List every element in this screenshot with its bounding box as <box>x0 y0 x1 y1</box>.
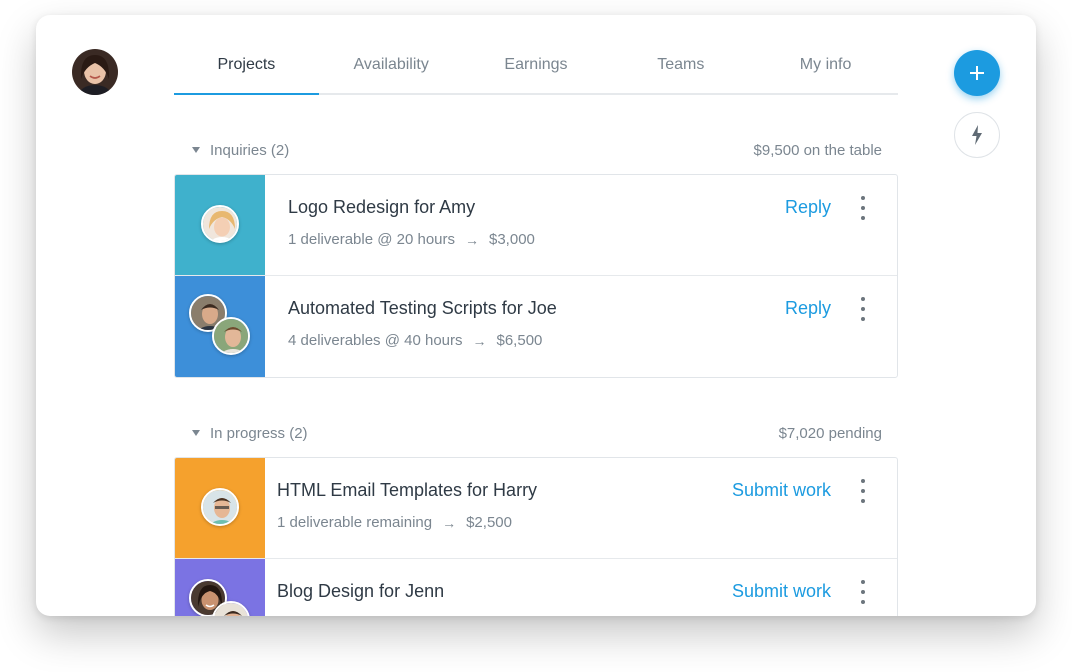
more-options-icon[interactable] <box>859 297 867 321</box>
caret-down-icon <box>192 147 200 153</box>
avatar <box>201 488 239 526</box>
project-title: Blog Design for Jenn <box>277 581 445 601</box>
project-details: 1 deliverable remaining <box>277 514 433 531</box>
project-amount: $2,500 <box>466 514 512 531</box>
caret-down-icon <box>192 430 200 436</box>
section-header-inquiries[interactable]: Inquiries (2) $9,500 on the table <box>174 139 898 161</box>
list-item[interactable]: Blog Design for Jenn Submit work <box>175 559 897 616</box>
plus-icon <box>970 66 984 80</box>
inquiries-list: Logo Redesign for Amy 1 deliverable @ 20… <box>174 174 898 378</box>
reply-button[interactable]: Reply <box>785 298 831 319</box>
quick-action-button[interactable] <box>954 112 1000 158</box>
section-summary: $9,500 on the table <box>753 141 882 159</box>
lightning-icon <box>972 125 982 145</box>
project-thumbnail <box>175 276 265 377</box>
arrow-right-icon: → <box>472 332 487 349</box>
arrow-right-icon: → <box>465 231 479 248</box>
tab-projects[interactable]: Projects <box>174 51 319 95</box>
profile-avatar[interactable] <box>72 49 118 95</box>
tab-availability[interactable]: Availability <box>319 51 464 93</box>
more-options-icon[interactable] <box>859 580 867 604</box>
section-summary: $7,020 pending <box>778 424 882 442</box>
project-title: HTML Email Templates for Harry <box>277 480 538 500</box>
in-progress-list: HTML Email Templates for Harry 1 deliver… <box>174 457 898 616</box>
reply-button[interactable]: Reply <box>785 197 831 218</box>
avatar <box>201 205 239 243</box>
project-thumbnail <box>175 458 265 558</box>
project-thumbnail <box>175 175 265 275</box>
more-options-icon[interactable] <box>859 196 867 220</box>
project-amount: $3,000 <box>489 231 535 248</box>
project-details: 1 deliverable @ 20 hours <box>288 231 455 248</box>
tab-my-info[interactable]: My info <box>753 51 898 93</box>
project-title: Automated Testing Scripts for Joe <box>288 298 557 318</box>
projects-card: Projects Availability Earnings Teams My … <box>36 15 1036 616</box>
project-amount: $6,500 <box>496 332 543 349</box>
add-button[interactable] <box>954 50 1000 96</box>
avatar <box>212 317 250 355</box>
tab-earnings[interactable]: Earnings <box>464 51 609 93</box>
submit-work-button[interactable]: Submit work <box>732 480 831 501</box>
more-options-icon[interactable] <box>859 479 867 503</box>
list-item[interactable]: Logo Redesign for Amy 1 deliverable @ 20… <box>175 175 897 276</box>
tab-teams[interactable]: Teams <box>608 51 753 93</box>
section-title: In progress (2) <box>210 424 308 442</box>
section-title: Inquiries (2) <box>210 141 290 159</box>
submit-work-button[interactable]: Submit work <box>732 581 831 602</box>
project-title: Logo Redesign for Amy <box>288 197 476 217</box>
main-tabs: Projects Availability Earnings Teams My … <box>174 51 898 95</box>
list-item[interactable]: Automated Testing Scripts for Joe 4 deli… <box>175 276 897 377</box>
arrow-right-icon: → <box>442 514 457 531</box>
project-details: 4 deliverables @ 40 hours <box>288 332 463 349</box>
section-header-in-progress[interactable]: In progress (2) $7,020 pending <box>174 422 898 444</box>
project-thumbnail <box>175 559 265 616</box>
list-item[interactable]: HTML Email Templates for Harry 1 deliver… <box>175 458 897 559</box>
